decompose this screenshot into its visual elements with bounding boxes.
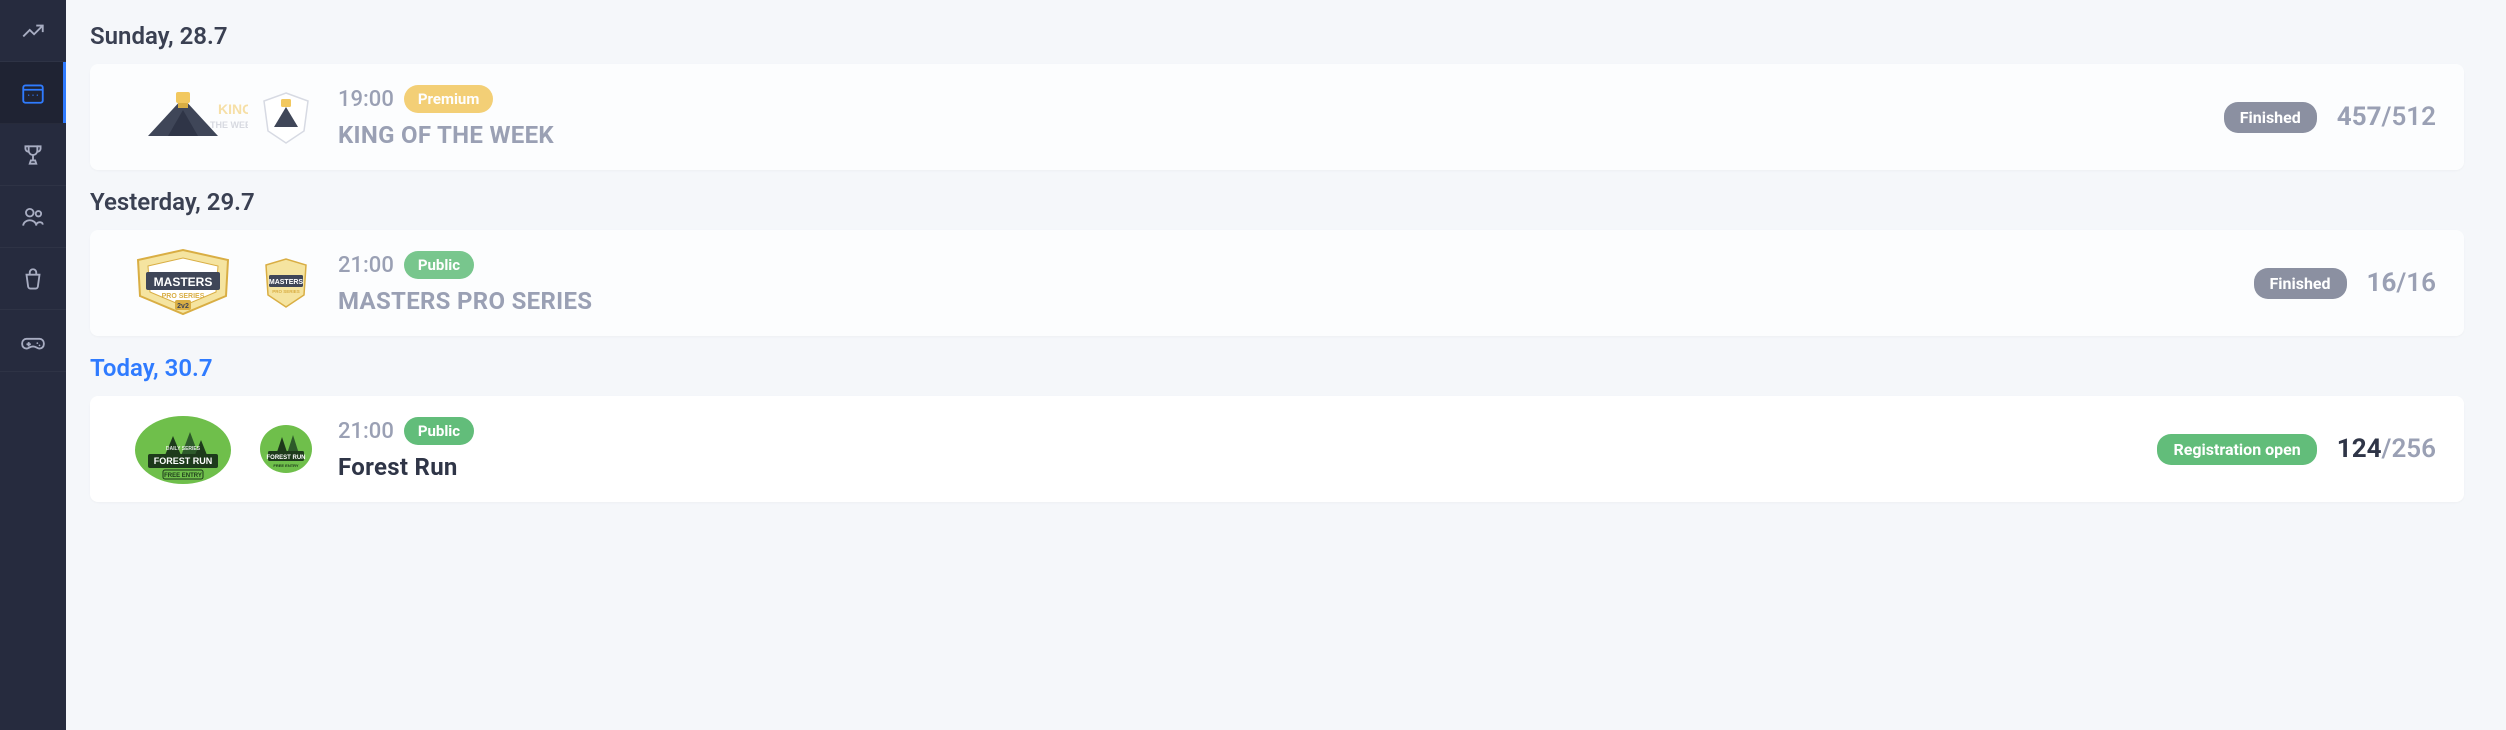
event-logo-large: KING THE WEEK <box>118 78 248 156</box>
status-pill: Registration open <box>2157 434 2316 465</box>
event-info: 21:00 Public MASTERS PRO SERIES <box>338 251 2254 315</box>
day-heading: Sunday, 28.7 <box>90 22 2464 50</box>
svg-text:PRO SERIES: PRO SERIES <box>272 289 300 294</box>
event-logo-large: MASTERS PRO SERIES 2v2 <box>118 244 248 322</box>
svg-text:FREE ENTRY: FREE ENTRY <box>164 473 202 479</box>
event-badge: Public <box>404 251 474 279</box>
event-meta: 21:00 Public <box>338 251 2254 279</box>
sidebar-item-shop[interactable] <box>0 248 66 310</box>
event-logo-large: FOREST RUN DAILY SERIES FREE ENTRY <box>118 410 248 488</box>
event-card[interactable]: KING THE WEEK 19:00 Premium KING OF THE … <box>90 64 2464 170</box>
event-meta: 21:00 Public <box>338 417 2157 445</box>
event-time: 21:00 <box>338 253 394 278</box>
event-logos: FOREST RUN DAILY SERIES FREE ENTRY FORES… <box>118 410 338 488</box>
event-title: MASTERS PRO SERIES <box>338 287 2254 315</box>
svg-text:FREE ENTRY: FREE ENTRY <box>273 463 299 468</box>
svg-text:2v2: 2v2 <box>177 303 189 310</box>
svg-text:THE WEEK: THE WEEK <box>210 120 248 130</box>
shop-icon <box>20 266 46 292</box>
status-pill: Finished <box>2254 268 2347 299</box>
svg-text:FOREST RUN: FOREST RUN <box>267 455 306 461</box>
trophy-icon <box>20 142 46 168</box>
svg-text:PRO SERIES: PRO SERIES <box>162 293 205 300</box>
sidebar-item-activity[interactable] <box>0 0 66 62</box>
event-time: 21:00 <box>338 419 394 444</box>
svg-text:FOREST RUN: FOREST RUN <box>154 456 213 466</box>
masters-logo-icon: MASTERS PRO SERIES 2v2 <box>118 244 248 322</box>
event-logos: MASTERS PRO SERIES 2v2 MASTERS PRO SERIE… <box>118 244 338 322</box>
day-heading: Today, 30.7 <box>90 354 2464 382</box>
player-count: 124/256 <box>2337 434 2436 464</box>
king-shield-icon <box>256 87 316 147</box>
event-logo-small: MASTERS PRO SERIES <box>256 253 316 313</box>
event-right: Finished 16/16 <box>2254 268 2437 299</box>
event-meta: 19:00 Premium <box>338 85 2224 113</box>
forest-logo-icon: FOREST RUN DAILY SERIES FREE ENTRY <box>118 410 248 488</box>
sidebar-item-users[interactable] <box>0 186 66 248</box>
event-info: 21:00 Public Forest Run <box>338 417 2157 481</box>
status-pill: Finished <box>2224 102 2317 133</box>
svg-text:DAILY SERIES: DAILY SERIES <box>166 446 201 452</box>
game-icon <box>20 328 46 354</box>
forest-shield-icon: FOREST RUN FREE ENTRY <box>256 419 316 479</box>
event-list: Sunday, 28.7 KING THE WEEK <box>66 0 2506 730</box>
sidebar-item-game[interactable] <box>0 310 66 372</box>
activity-icon <box>20 18 46 44</box>
event-logo-small <box>256 87 316 147</box>
event-card[interactable]: MASTERS PRO SERIES 2v2 MASTERS PRO SERIE… <box>90 230 2464 336</box>
day-heading: Yesterday, 29.7 <box>90 188 2464 216</box>
king-logo-icon: KING THE WEEK <box>118 78 248 156</box>
users-icon <box>20 204 46 230</box>
event-logos: KING THE WEEK <box>118 78 338 156</box>
sidebar <box>0 0 66 730</box>
svg-text:MASTERS: MASTERS <box>269 279 304 286</box>
event-time: 19:00 <box>338 87 394 112</box>
event-badge: Premium <box>404 85 493 113</box>
svg-text:MASTERS: MASTERS <box>154 275 213 289</box>
masters-shield-icon: MASTERS PRO SERIES <box>256 253 316 313</box>
calendar-icon <box>20 80 46 106</box>
sidebar-item-trophy[interactable] <box>0 124 66 186</box>
sidebar-item-calendar[interactable] <box>0 62 66 124</box>
player-count: 457/512 <box>2337 102 2436 132</box>
event-title: KING OF THE WEEK <box>338 121 2224 149</box>
event-right: Registration open 124/256 <box>2157 434 2436 465</box>
event-right: Finished 457/512 <box>2224 102 2436 133</box>
event-card[interactable]: FOREST RUN DAILY SERIES FREE ENTRY FORES… <box>90 396 2464 502</box>
event-badge: Public <box>404 417 474 445</box>
player-count: 16/16 <box>2367 268 2436 298</box>
svg-text:KING: KING <box>218 101 248 117</box>
event-info: 19:00 Premium KING OF THE WEEK <box>338 85 2224 149</box>
event-logo-small: FOREST RUN FREE ENTRY <box>256 419 316 479</box>
event-title: Forest Run <box>338 453 2157 481</box>
